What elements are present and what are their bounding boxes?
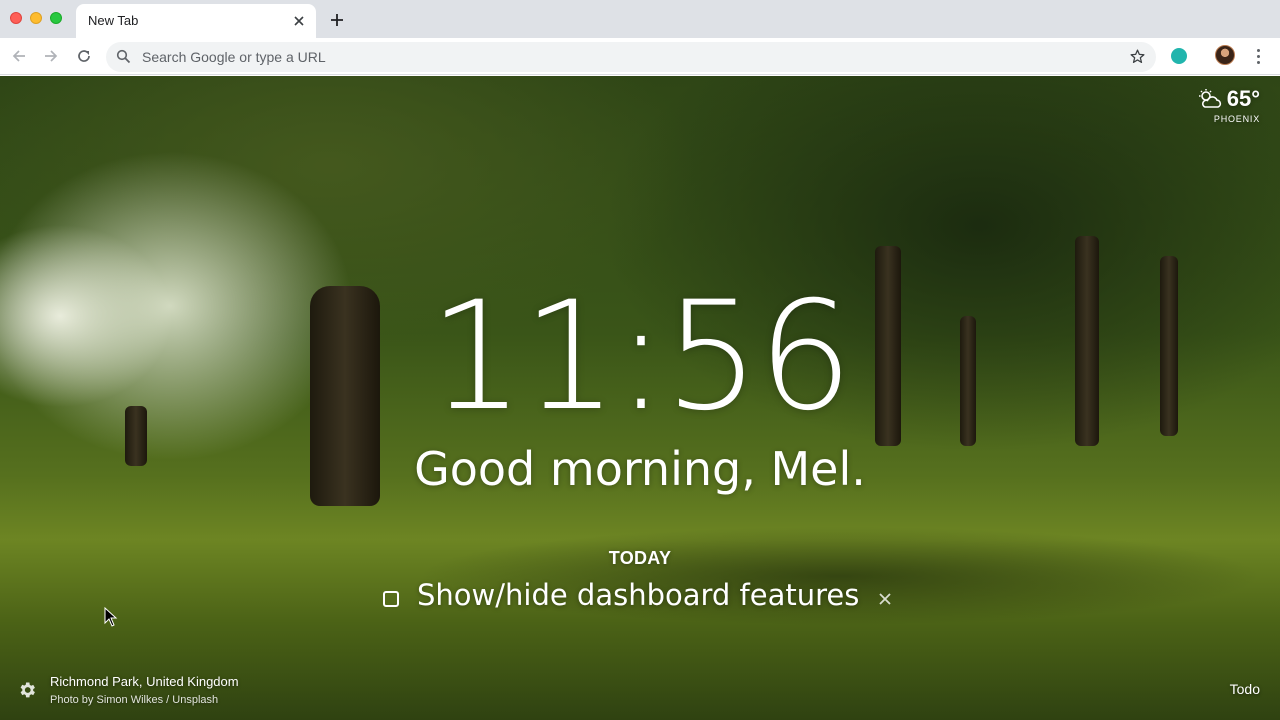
back-button[interactable] bbox=[8, 45, 30, 67]
address-bar-input[interactable] bbox=[140, 42, 1100, 72]
minimize-window-button[interactable] bbox=[30, 12, 42, 24]
bookmark-star-icon[interactable] bbox=[1129, 48, 1146, 65]
focus-task-text: Show/hide dashboard features bbox=[417, 578, 860, 612]
partly-cloudy-icon bbox=[1198, 89, 1221, 108]
tab-title: New Tab bbox=[88, 13, 139, 28]
tab-new-tab[interactable]: New Tab bbox=[76, 4, 316, 38]
photo-location: Richmond Park, United Kingdom bbox=[50, 674, 239, 689]
reload-icon bbox=[78, 50, 90, 62]
photo-credit: Photo by Simon Wilkes / Unsplash bbox=[50, 694, 219, 706]
extension-icon[interactable] bbox=[1171, 48, 1187, 64]
greeting: Good morning, Mel. bbox=[414, 442, 866, 496]
focus-checkbox[interactable] bbox=[383, 591, 399, 607]
profile-avatar[interactable] bbox=[1215, 45, 1235, 65]
clear-focus-icon[interactable] bbox=[878, 592, 892, 606]
reload-button[interactable] bbox=[73, 45, 95, 67]
back-arrow-icon bbox=[12, 50, 25, 62]
todo-button[interactable]: Todo bbox=[1230, 681, 1260, 697]
tab-strip: New Tab bbox=[0, 0, 1280, 38]
new-tab-button[interactable] bbox=[326, 9, 348, 31]
plus-icon bbox=[331, 14, 343, 26]
mouse-cursor-icon bbox=[104, 607, 118, 627]
clock: 11:56 bbox=[428, 270, 853, 444]
weather-location: PHOENIX bbox=[1213, 114, 1260, 124]
weather-widget[interactable]: 65° PHOENIX bbox=[1197, 86, 1260, 124]
forward-button[interactable] bbox=[40, 45, 62, 67]
photo-info[interactable]: Richmond Park, United Kingdom Photo by S… bbox=[50, 674, 239, 706]
maximize-window-button[interactable] bbox=[50, 12, 62, 24]
weather-temperature: 65° bbox=[1226, 86, 1260, 111]
settings-gear-icon[interactable] bbox=[17, 680, 37, 700]
omnibox[interactable] bbox=[106, 42, 1156, 72]
focus-item: Show/hide dashboard features bbox=[380, 576, 900, 616]
close-tab-icon[interactable] bbox=[290, 12, 308, 30]
forward-arrow-icon bbox=[45, 50, 58, 62]
search-icon bbox=[116, 49, 131, 64]
browser-toolbar bbox=[0, 38, 1280, 75]
focus-label: TODAY bbox=[608, 548, 672, 568]
browser-menu-button[interactable] bbox=[1250, 45, 1266, 67]
close-window-button[interactable] bbox=[10, 12, 22, 24]
